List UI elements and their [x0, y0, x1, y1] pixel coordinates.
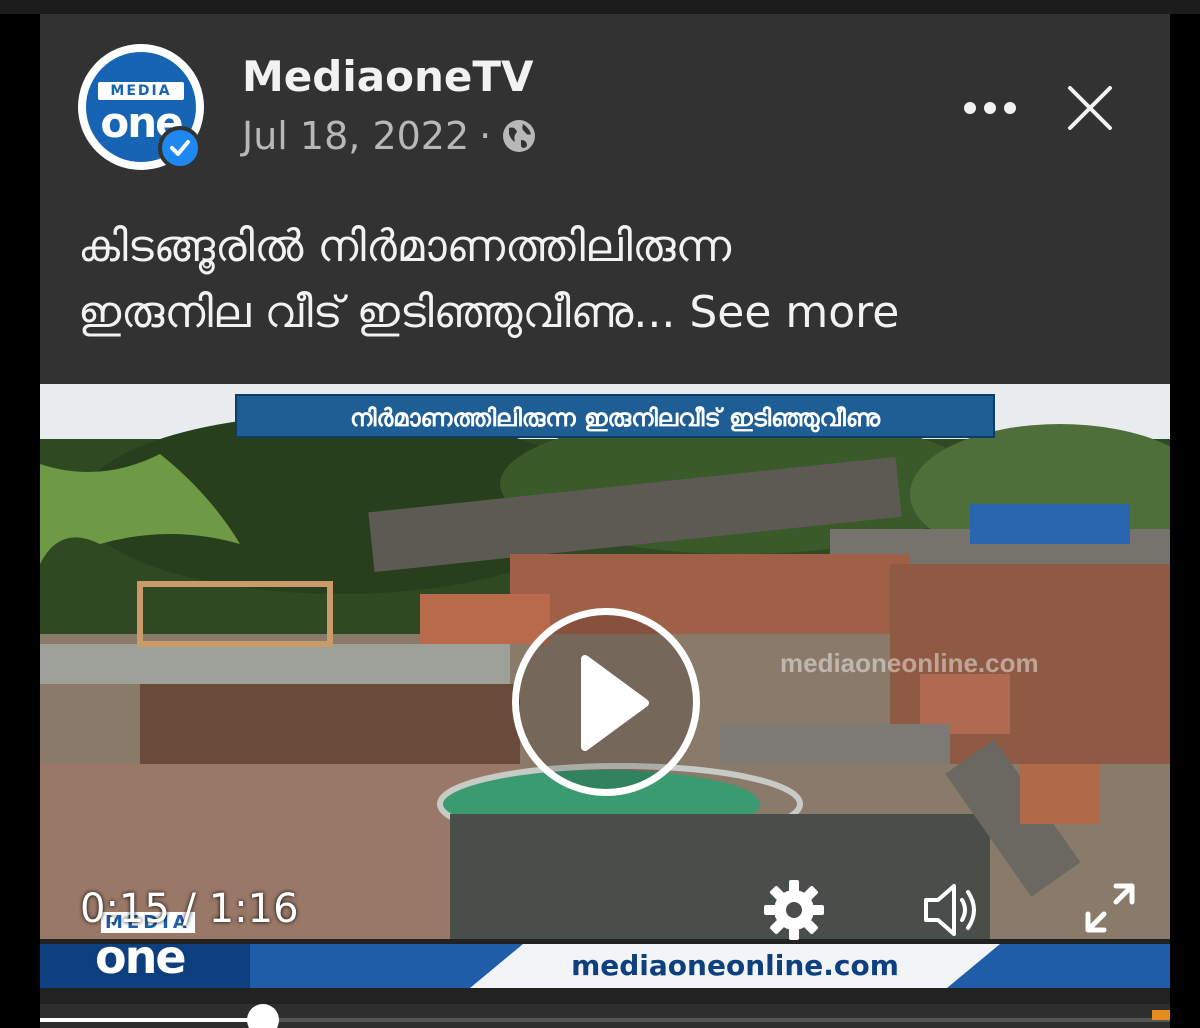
settings-button[interactable] [762, 878, 826, 942]
video-timer: 0:15 / 1:16 [80, 886, 299, 932]
volume-button[interactable] [920, 878, 984, 942]
progress-fill [40, 1018, 264, 1022]
video-progress-bar[interactable] [40, 1004, 1170, 1028]
more-dot [984, 102, 996, 114]
post-date[interactable]: Jul 18, 2022 [242, 114, 469, 158]
post-meta: Jul 18, 2022 · [242, 114, 537, 158]
video-watermark: mediaoneonline.com [780, 648, 1039, 678]
video-player[interactable]: mediaoneonline.com നിർമാണത്തിലിരുന്ന ഇരു… [40, 384, 1170, 1004]
verified-badge-icon [158, 126, 202, 170]
video-headline-banner: നിർമാണത്തിലിരുന്ന ഇരുനിലവീട് ഇടിഞ്ഞുവീണു [235, 394, 995, 438]
caption-line-1: കിടങ്ങൂരിൽ നിർമാണത്തിലിരുന്ന [78, 221, 732, 272]
lower-third-url: mediaoneonline.com [571, 949, 899, 982]
fullscreen-icon [1085, 883, 1135, 933]
caption-line-2-text: ഇരുനില വീട് ഇടിഞ്ഞുവീണു... [78, 287, 676, 338]
settings-gear-icon [764, 880, 824, 940]
more-dot [1004, 102, 1016, 114]
more-options-button[interactable] [960, 86, 1020, 130]
volume-icon [924, 884, 976, 936]
fullscreen-button[interactable] [1082, 880, 1138, 936]
globe-icon [501, 118, 537, 154]
play-icon [581, 655, 649, 751]
channel-logo-bottom: one [95, 930, 187, 984]
current-time: 0:15 [80, 886, 170, 932]
close-icon [1068, 86, 1112, 130]
play-button[interactable] [512, 608, 700, 796]
time-separator: / [169, 886, 209, 932]
see-more-link[interactable]: See more [689, 287, 899, 338]
close-button[interactable] [1062, 80, 1118, 136]
post-card: MEDIA one MediaoneTV Jul 18, 2022 · കിടങ… [40, 14, 1170, 1028]
progress-scrubber[interactable] [247, 1004, 280, 1028]
duration: 1:16 [208, 886, 299, 932]
page-name[interactable]: MediaoneTV [242, 52, 533, 101]
post-caption: കിടങ്ങൂരിൽ നിർമാണത്തിലിരുന്ന ഇരുനില വീട്… [78, 214, 1138, 346]
post-header: MEDIA one MediaoneTV Jul 18, 2022 · കിടങ… [40, 14, 1170, 384]
caption-line-2: ഇരുനില വീട് ഇടിഞ്ഞുവീണു... See more [78, 280, 1138, 346]
progress-end-marker [1152, 1010, 1170, 1020]
top-strip [0, 0, 1200, 14]
meta-separator: · [479, 114, 492, 158]
more-dots-icon [964, 102, 976, 114]
